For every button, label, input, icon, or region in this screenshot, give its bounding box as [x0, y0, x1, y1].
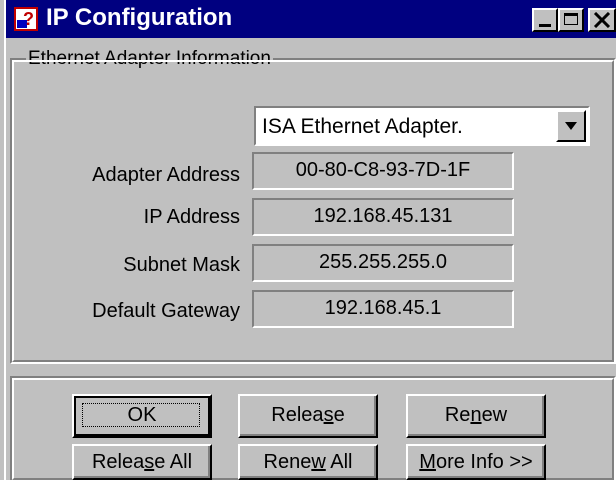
renew-all-label-key: w	[311, 451, 326, 473]
more-info-label-post: ore Info >>	[435, 451, 533, 473]
release-label-post: e	[333, 404, 345, 426]
ip-configuration-window: ? IP Configuration Ethernet Adapter Info…	[0, 0, 616, 480]
adapter-info-legend: Ethernet Adapter Information	[26, 47, 273, 71]
svg-text:?: ?	[23, 9, 34, 29]
release-all-label-pre: Relea	[91, 451, 145, 473]
adapter-address-field: 00-80-C8-93-7D-1F	[252, 152, 514, 190]
more-info-button[interactable]: More Info >>	[406, 444, 546, 480]
release-label-pre: Relea	[271, 404, 324, 426]
more-info-label-key: M	[419, 451, 436, 473]
renew-all-button[interactable]: Renew All	[238, 444, 378, 480]
chevron-down-icon	[565, 122, 577, 130]
default-gateway-field: 192.168.45.1	[252, 290, 514, 328]
release-button[interactable]: Release	[238, 394, 378, 438]
adapter-select-value: ISA Ethernet Adapter.	[262, 115, 463, 138]
ip-address-label: IP Address	[143, 206, 240, 228]
default-gateway-label: Default Gateway	[92, 300, 240, 322]
renew-label-pre: Re	[444, 404, 471, 426]
title-bar[interactable]: ? IP Configuration	[6, 0, 616, 38]
renew-label-key: n	[470, 404, 482, 426]
close-icon	[593, 12, 611, 28]
ip-config-app-icon: ?	[14, 7, 38, 31]
maximize-icon	[564, 13, 578, 25]
focus-rectangle	[82, 403, 200, 427]
subnet-mask-label: Subnet Mask	[123, 254, 240, 276]
release-label-key: s	[323, 404, 334, 426]
close-button[interactable]	[588, 8, 616, 32]
window-title: IP Configuration	[46, 4, 233, 31]
minimize-icon	[539, 24, 551, 27]
minimize-button[interactable]	[532, 8, 558, 32]
release-all-label-key: s	[144, 451, 155, 473]
adapter-select[interactable]: ISA Ethernet Adapter.	[254, 106, 590, 146]
subnet-mask-field: 255.255.255.0	[252, 244, 514, 282]
ok-button[interactable]: OK	[72, 394, 212, 438]
renew-button[interactable]: Renew	[406, 394, 546, 438]
adapter-address-label: Adapter Address	[92, 164, 240, 186]
release-all-label-post: e All	[154, 451, 193, 473]
ip-address-field: 192.168.45.131	[252, 198, 514, 236]
release-all-button[interactable]: Release All	[72, 444, 212, 480]
window-frame-edge	[0, 0, 6, 480]
renew-label-post: ew	[481, 404, 508, 426]
renew-all-label-post: All	[325, 451, 353, 473]
renew-all-label-pre: Rene	[263, 451, 312, 473]
adapter-select-dropdown-button[interactable]	[556, 110, 586, 142]
maximize-button[interactable]	[558, 8, 584, 32]
